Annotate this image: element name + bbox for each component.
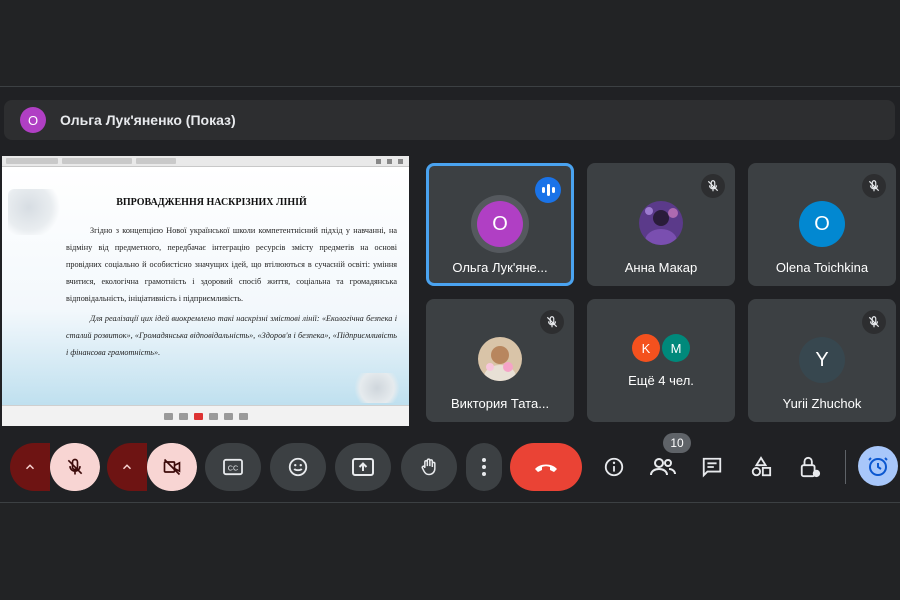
- bottom-divider: [0, 502, 900, 503]
- speaking-indicator-icon: [535, 177, 561, 203]
- level-bar: [551, 187, 555, 193]
- mic-off-icon: [701, 174, 725, 198]
- participant-name: Ольга Лук'яне...: [452, 260, 548, 275]
- svg-text:CC: CC: [228, 464, 238, 473]
- taskbar-icon: [163, 412, 173, 420]
- participant-name: Виктория Тата...: [450, 396, 550, 411]
- present-button[interactable]: [335, 443, 391, 491]
- mic-options-button[interactable]: [10, 443, 50, 491]
- participant-avatar: K: [632, 334, 660, 362]
- screen-taskbar: [2, 405, 409, 426]
- taskbar-icon: [208, 412, 218, 420]
- people-button[interactable]: [643, 443, 683, 491]
- maximize-icon: [387, 158, 392, 164]
- participant-name: Olena Toichkina: [775, 260, 869, 275]
- level-bar: [541, 187, 545, 193]
- mic-off-icon: [862, 174, 886, 198]
- participant-photo: [478, 337, 522, 381]
- meeting-info-button[interactable]: [594, 443, 634, 491]
- raise-hand-button[interactable]: [401, 443, 457, 491]
- participant-avatar-group: K M: [632, 334, 690, 362]
- mic-off-icon: [862, 310, 886, 334]
- toolbar-divider: [845, 450, 846, 484]
- slide-decoration: [8, 189, 60, 235]
- more-icon: [482, 458, 486, 476]
- slide-paragraph-2: Для реалізації цих ідей виокремлено такі…: [66, 314, 397, 357]
- camera-toggle-button[interactable]: [147, 443, 197, 491]
- participant-tile[interactable]: Анна Макар: [587, 163, 735, 286]
- raise-hand-icon: [421, 458, 436, 476]
- participant-name: Анна Макар: [624, 260, 698, 275]
- host-controls-button[interactable]: [790, 443, 830, 491]
- captions-icon: CC: [223, 458, 243, 476]
- top-divider: [0, 86, 900, 87]
- present-icon: [352, 458, 374, 476]
- timer-button[interactable]: [858, 446, 898, 486]
- participant-avatar: M: [662, 334, 690, 362]
- more-options-button[interactable]: [466, 443, 502, 491]
- leave-call-button[interactable]: [510, 443, 582, 491]
- host-controls-icon: [800, 456, 821, 478]
- participant-tile[interactable]: Виктория Тата...: [426, 299, 574, 422]
- more-participants-tile[interactable]: K M Ещё 4 чел.: [587, 299, 735, 422]
- camera-control[interactable]: [107, 443, 197, 491]
- people-icon: [650, 458, 676, 476]
- presentation-slide: ВПРОВАДЖЕННЯ НАСКРІЗНИХ ЛІНІЙ Згідно з к…: [2, 167, 409, 405]
- participant-avatar: О: [477, 201, 523, 247]
- screen-tab: [136, 158, 176, 164]
- participant-avatar: Y: [799, 337, 845, 383]
- timer-icon: [868, 457, 888, 476]
- participant-photo: [639, 201, 683, 245]
- emoji-button[interactable]: [270, 443, 326, 491]
- info-icon: [604, 457, 624, 477]
- chevron-up-icon: [25, 464, 35, 470]
- close-icon: [398, 158, 403, 164]
- presenter-bar[interactable]: О Ольга Лук'яненко (Показ): [4, 100, 895, 140]
- screen-browser-tabs: [2, 156, 409, 167]
- level-bar: [546, 184, 550, 196]
- taskbar-icon: [238, 412, 248, 420]
- slide-map-decoration: [353, 373, 401, 403]
- slide-title: ВПРОВАДЖЕННЯ НАСКРІЗНИХ ЛІНІЙ: [116, 197, 307, 208]
- taskbar-icon: [178, 412, 188, 420]
- more-participants-label: Ещё 4 чел.: [628, 373, 694, 388]
- activities-icon: [751, 456, 772, 477]
- captions-button[interactable]: CC: [205, 443, 261, 491]
- mic-control[interactable]: [10, 443, 100, 491]
- taskbar-icon: [223, 412, 233, 420]
- chat-icon: [702, 457, 722, 478]
- chat-button[interactable]: [692, 443, 732, 491]
- camera-off-icon: [163, 458, 181, 476]
- bottom-band: [0, 503, 900, 600]
- presenter-avatar: О: [20, 107, 46, 133]
- participant-tile[interactable]: O Olena Toichkina: [748, 163, 896, 286]
- taskbar-icon: [193, 412, 203, 420]
- camera-options-button[interactable]: [107, 443, 147, 491]
- activities-button[interactable]: [741, 443, 781, 491]
- screen-tab: [62, 158, 132, 164]
- emoji-icon: [288, 457, 308, 477]
- participant-tile[interactable]: О Ольга Лук'яне...: [426, 163, 574, 286]
- participant-name: Yurii Zhuchok: [782, 396, 862, 411]
- shared-screen[interactable]: ВПРОВАДЖЕННЯ НАСКРІЗНИХ ЛІНІЙ Згідно з к…: [2, 156, 409, 426]
- mic-toggle-button[interactable]: [50, 443, 100, 491]
- window-controls: [376, 158, 409, 164]
- screen-tab: [6, 158, 58, 164]
- top-band: [0, 0, 900, 86]
- slide-paragraph-1: Згідно з концепцією Нової української шк…: [66, 226, 397, 303]
- participant-avatar: O: [799, 201, 845, 247]
- hangup-icon: [535, 464, 557, 472]
- presenter-name: Ольга Лук'яненко (Показ): [60, 112, 236, 128]
- mic-off-icon: [67, 458, 83, 475]
- chevron-up-icon: [122, 464, 132, 470]
- mic-off-icon: [540, 310, 564, 334]
- minimize-icon: [376, 158, 381, 164]
- participant-tile[interactable]: Y Yurii Zhuchok: [748, 299, 896, 422]
